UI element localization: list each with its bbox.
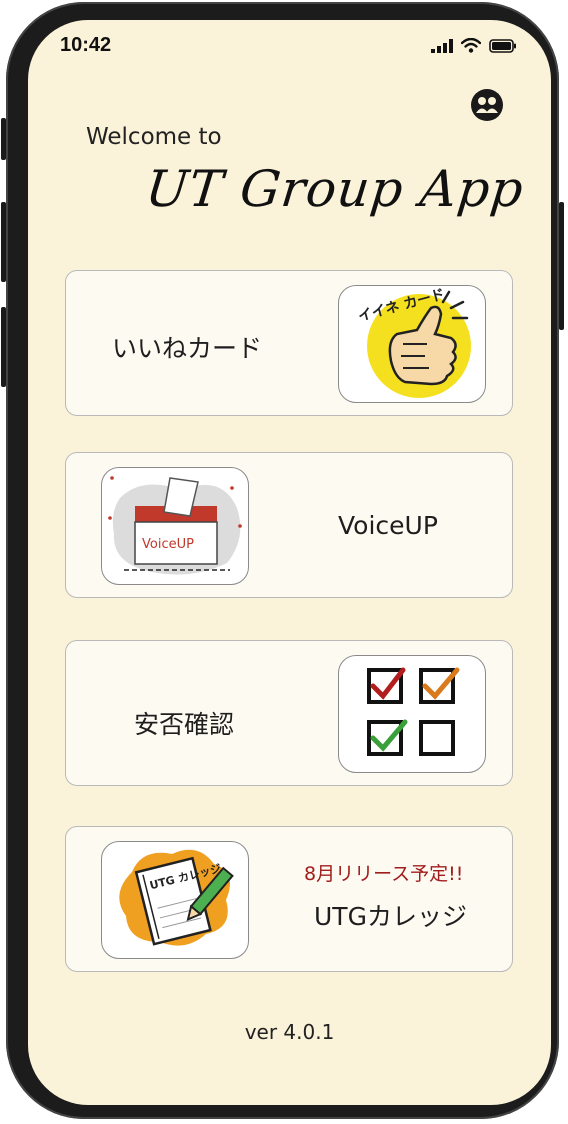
status-icons: [431, 38, 517, 53]
menu-card-safety-check[interactable]: 安否確認: [65, 640, 513, 786]
wifi-icon: [461, 38, 481, 53]
battery-icon: [489, 39, 516, 53]
ballot-box-label: VoiceUP: [142, 537, 194, 552]
release-notice: 8月リリース予定!!: [304, 863, 464, 885]
menu-label: いいねカード: [112, 334, 263, 363]
menu-label: 安否確認: [134, 710, 235, 739]
side-button-left-2: [1, 202, 6, 282]
notebook-pencil-icon: UTG カレッジ: [101, 841, 249, 959]
checkbox-grid-icon: [338, 655, 486, 773]
profile-icon[interactable]: [470, 88, 504, 122]
menu-card-iine[interactable]: いいねカード イイネ カード: [65, 270, 513, 416]
thumbs-up-icon: イイネ カード: [338, 285, 486, 403]
side-button-right: [559, 202, 564, 330]
phone-frame: 10:42 Welcome to UT Group App いいねカード イイネ…: [1, 2, 564, 1119]
app-title: UT Group App: [142, 160, 527, 218]
status-time: 10:42: [60, 34, 112, 56]
version-text: ver 4.0.1: [244, 1020, 335, 1044]
welcome-text: Welcome to: [86, 124, 222, 150]
menu-card-voiceup[interactable]: VoiceUP VoiceUP: [65, 452, 513, 598]
menu-label: VoiceUP: [338, 511, 438, 540]
status-bar: 10:42: [28, 20, 551, 70]
side-button-left-1: [1, 118, 6, 160]
app-screen: 10:42 Welcome to UT Group App いいねカード イイネ…: [28, 20, 551, 1105]
menu-label: UTGカレッジ: [314, 902, 467, 931]
menu-card-utg-college[interactable]: UTG カレッジ 8月リリース予定!! UTGカレッジ: [65, 826, 513, 972]
cellular-signal-icon: [431, 39, 453, 53]
ballot-box-icon: VoiceUP: [101, 467, 249, 585]
side-button-left-3: [1, 307, 6, 387]
